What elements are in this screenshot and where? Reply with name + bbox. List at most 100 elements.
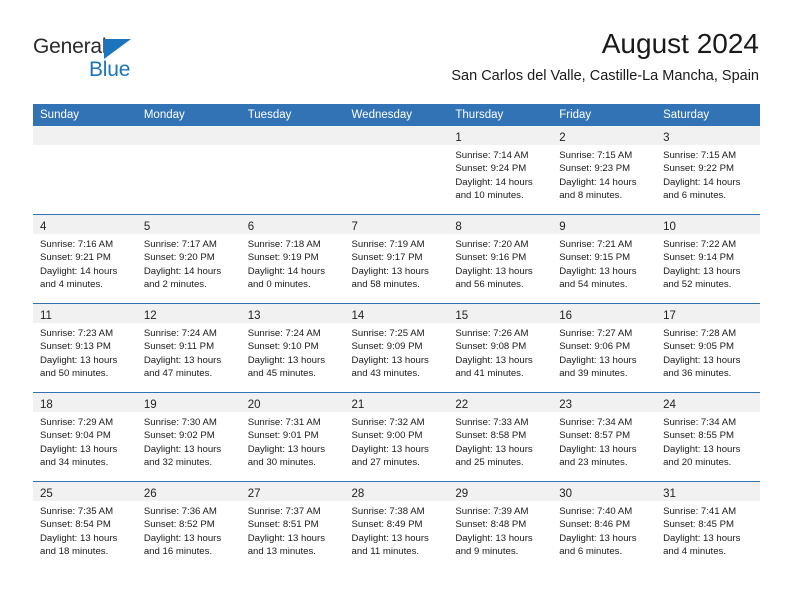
- day-info: Sunrise: 7:30 AM Sunset: 9:02 PM Daylight:…: [137, 412, 241, 470]
- day-info: Sunrise: 7:20 AM Sunset: 9:16 PM Daylight:…: [448, 234, 552, 292]
- daylight-text-line1: Daylight: 13 hours: [143, 354, 222, 366]
- calendar-day-cell[interactable]: 25 Sunrise: 7:35 AM Sunset: 8:54 PM Dayligh…: [33, 481, 137, 570]
- daylight-text-line1: Daylight: 13 hours: [351, 532, 429, 544]
- calendar-day-cell[interactable]: 18 Sunrise: 7:29 AM Sunset: 9:04 PM Dayligh…: [33, 392, 137, 482]
- weekday-header-friday: Friday: [552, 104, 657, 126]
- daylight-text-line1: Daylight: 13 hours: [455, 532, 533, 544]
- calendar-day-cell[interactable]: 26 Sunrise: 7:36 AM Sunset: 8:52 PM Dayligh…: [136, 481, 241, 570]
- day-number: 9: [559, 221, 566, 233]
- calendar-page: General Blue August 2024 San Carlos del …: [0, 0, 792, 612]
- day-number: 26: [143, 488, 157, 500]
- sunrise-text: Sunrise: 7:18 AM: [247, 239, 321, 250]
- day-cell-inner: 6 Sunrise: 7:18 AM Sunset: 9:19 PM Daylight…: [240, 215, 345, 303]
- day-number-band: 3: [656, 126, 760, 145]
- day-number: 27: [247, 488, 261, 500]
- sunrise-text: Sunrise: 7:21 AM: [559, 239, 633, 250]
- daylight-text-line2: and 36 minutes.: [663, 368, 732, 380]
- calendar-day-cell[interactable]: 9 Sunrise: 7:21 AM Sunset: 9:15 PM Daylight…: [552, 214, 657, 304]
- sunset-text: Sunset: 9:02 PM: [143, 430, 215, 442]
- calendar-day-cell[interactable]: 10 Sunrise: 7:22 AM Sunset: 9:14 PM Dayligh…: [656, 214, 760, 304]
- daylight-text-line2: and 25 minutes.: [455, 457, 524, 469]
- calendar-day-cell[interactable]: 19 Sunrise: 7:30 AM Sunset: 9:02 PM Dayligh…: [136, 392, 241, 482]
- day-cell-inner: [33, 126, 137, 214]
- day-info: Sunrise: 7:31 AM Sunset: 9:01 PM Daylight:…: [241, 412, 345, 470]
- calendar-day-cell[interactable]: 13 Sunrise: 7:24 AM Sunset: 9:10 PM Dayligh…: [240, 303, 345, 393]
- calendar-day-cell[interactable]: 21 Sunrise: 7:32 AM Sunset: 9:00 PM Dayligh…: [344, 392, 449, 482]
- sunrise-text: Sunrise: 7:30 AM: [143, 417, 217, 428]
- calendar-day-cell[interactable]: 6 Sunrise: 7:18 AM Sunset: 9:19 PM Daylight…: [240, 214, 345, 304]
- sunset-text: Sunset: 9:15 PM: [559, 252, 631, 264]
- calendar-day-cell[interactable]: 15 Sunrise: 7:26 AM Sunset: 9:08 PM Dayligh…: [448, 303, 553, 393]
- daylight-text-line1: Daylight: 13 hours: [455, 265, 533, 277]
- day-info: Sunrise: 7:15 AM Sunset: 9:23 PM Daylight:…: [552, 145, 656, 203]
- calendar-day-cell[interactable]: 23 Sunrise: 7:34 AM Sunset: 8:57 PM Dayligh…: [552, 392, 657, 482]
- calendar-day-cell[interactable]: 30 Sunrise: 7:40 AM Sunset: 8:46 PM Dayligh…: [552, 481, 657, 570]
- calendar-week-row: 18 Sunrise: 7:29 AM Sunset: 9:04 PM Dayligh…: [33, 392, 760, 482]
- calendar-day-cell[interactable]: 16 Sunrise: 7:27 AM Sunset: 9:06 PM Dayligh…: [552, 303, 657, 393]
- calendar-day-cell[interactable]: 4 Sunrise: 7:16 AM Sunset: 9:21 PM Daylight…: [33, 214, 137, 304]
- daylight-text-line2: and 16 minutes.: [143, 546, 213, 558]
- calendar-day-cell[interactable]: 1 Sunrise: 7:14 AM Sunset: 9:24 PM Daylight…: [448, 126, 553, 215]
- day-number: 4: [40, 221, 47, 233]
- calendar-table: Sunday Monday Tuesday Wednesday Thursday…: [33, 104, 760, 570]
- day-number: 21: [351, 399, 365, 411]
- day-number-band: 26: [136, 482, 241, 501]
- calendar-day-cell[interactable]: 14 Sunrise: 7:25 AM Sunset: 9:09 PM Dayligh…: [344, 303, 449, 393]
- daylight-text-line1: Daylight: 14 hours: [40, 265, 118, 277]
- sunset-text: Sunset: 8:45 PM: [663, 519, 734, 531]
- daylight-text-line2: and 13 minutes.: [247, 546, 316, 558]
- calendar-day-cell[interactable]: 2 Sunrise: 7:15 AM Sunset: 9:23 PM Daylight…: [552, 126, 657, 215]
- title-block: August 2024 San Carlos del Valle, Castil…: [451, 28, 759, 86]
- day-number-band: 17: [656, 304, 760, 323]
- calendar-day-cell[interactable]: 8 Sunrise: 7:20 AM Sunset: 9:16 PM Daylight…: [448, 214, 553, 304]
- calendar-day-cell[interactable]: 28 Sunrise: 7:38 AM Sunset: 8:49 PM Dayligh…: [344, 481, 449, 570]
- calendar-day-cell[interactable]: 11 Sunrise: 7:23 AM Sunset: 9:13 PM Dayligh…: [33, 303, 137, 393]
- day-info: [241, 145, 345, 149]
- calendar-day-cell[interactable]: 27 Sunrise: 7:37 AM Sunset: 8:51 PM Dayligh…: [240, 481, 345, 570]
- sunrise-text: Sunrise: 7:24 AM: [247, 328, 321, 339]
- daylight-text-line1: Daylight: 14 hours: [247, 265, 326, 277]
- day-number: 7: [351, 221, 358, 233]
- calendar-day-cell[interactable]: 22 Sunrise: 7:33 AM Sunset: 8:58 PM Dayligh…: [448, 392, 553, 482]
- calendar-day-cell[interactable]: 17 Sunrise: 7:28 AM Sunset: 9:05 PM Dayligh…: [656, 303, 760, 393]
- weekday-header-monday: Monday: [136, 104, 241, 126]
- day-info: Sunrise: 7:33 AM Sunset: 8:58 PM Daylight:…: [448, 412, 552, 470]
- calendar-week-row: 25 Sunrise: 7:35 AM Sunset: 8:54 PM Dayligh…: [33, 481, 760, 570]
- day-cell-inner: 14 Sunrise: 7:25 AM Sunset: 9:09 PM Dayligh…: [344, 304, 449, 392]
- daylight-text-line1: Daylight: 13 hours: [351, 443, 429, 455]
- sunrise-text: Sunrise: 7:20 AM: [455, 239, 529, 250]
- sunset-text: Sunset: 8:55 PM: [663, 430, 734, 442]
- day-number: 2: [559, 132, 566, 144]
- triangle-icon: [104, 39, 131, 59]
- calendar-day-cell[interactable]: 12 Sunrise: 7:24 AM Sunset: 9:11 PM Dayligh…: [136, 303, 241, 393]
- day-number-band: 1: [448, 126, 553, 145]
- daylight-text-line1: Daylight: 13 hours: [663, 443, 741, 455]
- generalblue-logo[interactable]: General Blue: [33, 36, 213, 84]
- day-cell-inner: 24 Sunrise: 7:34 AM Sunset: 8:55 PM Dayligh…: [656, 393, 760, 481]
- day-info: Sunrise: 7:21 AM Sunset: 9:15 PM Daylight:…: [552, 234, 656, 292]
- calendar-day-cell[interactable]: 7 Sunrise: 7:19 AM Sunset: 9:17 PM Daylight…: [344, 214, 449, 304]
- day-info: Sunrise: 7:39 AM Sunset: 8:48 PM Daylight:…: [448, 501, 552, 559]
- day-number-band: [33, 126, 137, 145]
- calendar-day-cell[interactable]: 31 Sunrise: 7:41 AM Sunset: 8:45 PM Dayligh…: [656, 481, 760, 570]
- calendar-day-cell[interactable]: 29 Sunrise: 7:39 AM Sunset: 8:48 PM Dayligh…: [448, 481, 553, 570]
- daylight-text-line2: and 41 minutes.: [455, 368, 524, 380]
- day-number: 29: [455, 488, 469, 500]
- day-number: 11: [40, 310, 52, 322]
- daylight-text-line2: and 50 minutes.: [40, 368, 109, 380]
- day-info: Sunrise: 7:29 AM Sunset: 9:04 PM Daylight:…: [33, 412, 137, 470]
- sunrise-text: Sunrise: 7:23 AM: [40, 328, 114, 339]
- calendar-day-cell[interactable]: 3 Sunrise: 7:15 AM Sunset: 9:22 PM Daylight…: [656, 126, 760, 215]
- calendar-day-cell[interactable]: 24 Sunrise: 7:34 AM Sunset: 8:55 PM Dayligh…: [656, 392, 760, 482]
- daylight-text-line2: and 2 minutes.: [143, 279, 207, 291]
- day-info: Sunrise: 7:32 AM Sunset: 9:00 PM Daylight:…: [345, 412, 449, 470]
- calendar-day-cell[interactable]: 5 Sunrise: 7:17 AM Sunset: 9:20 PM Daylight…: [136, 214, 241, 304]
- calendar-day-cell[interactable]: 20 Sunrise: 7:31 AM Sunset: 9:01 PM Dayligh…: [240, 392, 345, 482]
- sunrise-text: Sunrise: 7:25 AM: [351, 328, 425, 339]
- sunrise-text: Sunrise: 7:38 AM: [351, 506, 425, 517]
- daylight-text-line2: and 0 minutes.: [247, 279, 311, 291]
- day-info: [137, 145, 241, 149]
- day-cell-inner: 18 Sunrise: 7:29 AM Sunset: 9:04 PM Dayligh…: [33, 393, 137, 481]
- sunrise-text: Sunrise: 7:35 AM: [40, 506, 114, 517]
- page-subtitle: San Carlos del Valle, Castille-La Mancha…: [451, 68, 759, 85]
